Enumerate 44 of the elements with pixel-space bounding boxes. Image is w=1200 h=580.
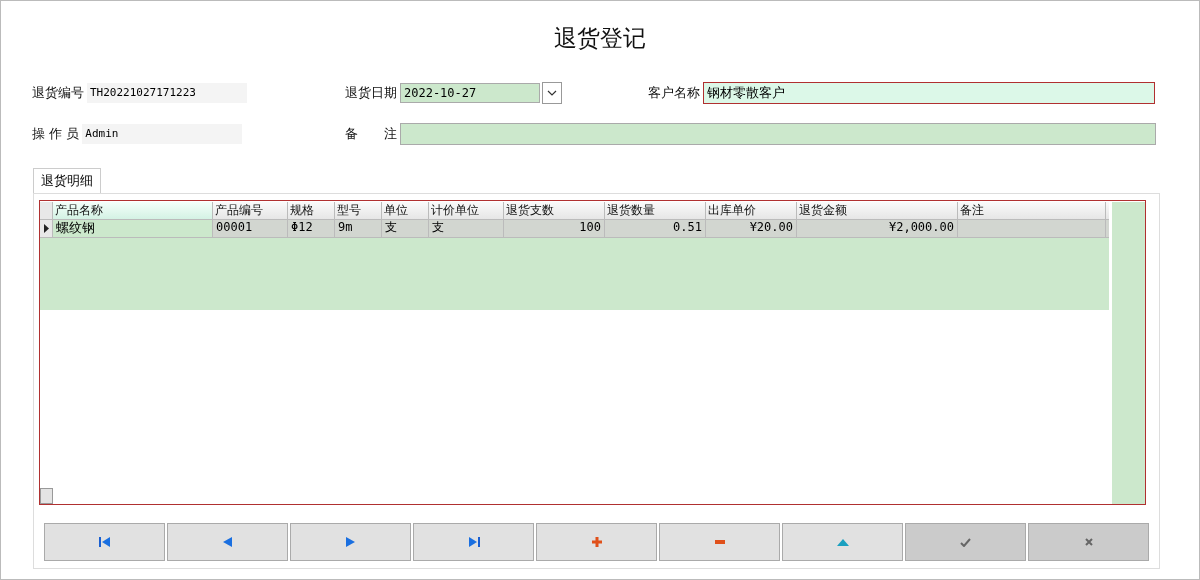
- form-title: 退货登记: [553, 24, 647, 53]
- readonly-field: Admin: [82, 124, 243, 144]
- next-button[interactable]: [290, 523, 411, 561]
- field-label: 备 注: [345, 125, 397, 143]
- minus-icon: [714, 540, 725, 544]
- first-record-icon: [98, 537, 111, 547]
- next-icon: [346, 537, 355, 547]
- up-button[interactable]: [782, 523, 903, 561]
- table-cell: 支: [429, 220, 504, 237]
- plus-icon: [591, 537, 602, 547]
- column-header[interactable]: 产品名称: [53, 202, 213, 219]
- remove-button[interactable]: [659, 523, 780, 561]
- table-cell: 支: [382, 220, 429, 237]
- up-triangle-icon: [836, 538, 849, 546]
- row-pointer-icon: [43, 224, 49, 233]
- last-button[interactable]: [413, 523, 534, 561]
- table-cell: 9m: [335, 220, 382, 237]
- dropdown-button[interactable]: [542, 82, 562, 104]
- last-record-icon: [467, 537, 480, 547]
- field-label: 操 作 员: [32, 125, 80, 143]
- remarks-field[interactable]: [400, 123, 1156, 145]
- date-field[interactable]: 2022-10-27: [400, 83, 540, 103]
- scroll-box[interactable]: [40, 488, 53, 504]
- row-indicator[interactable]: [40, 220, 53, 237]
- previous-icon: [223, 537, 232, 547]
- table-cell: 螺纹钢: [53, 220, 213, 237]
- close-icon: [1084, 538, 1093, 546]
- customer-field[interactable]: 钢材零散客户: [703, 82, 1155, 104]
- check-icon: [960, 537, 971, 547]
- table-cell: ¥2,000.00: [797, 220, 958, 237]
- first-button[interactable]: [44, 523, 165, 561]
- caret-icon: [547, 90, 557, 96]
- table-cell: 0.51: [605, 220, 706, 237]
- table-cell: Φ12: [288, 220, 335, 237]
- table-cell: 100: [504, 220, 605, 237]
- table-cell: ¥20.00: [706, 220, 797, 237]
- field-label: 退货日期: [345, 84, 397, 102]
- add-button[interactable]: [536, 523, 657, 561]
- table-cell: 00001: [213, 220, 288, 237]
- tab[interactable]: 退货明细: [33, 168, 101, 193]
- field-label: 客户名称: [648, 84, 700, 102]
- readonly-field: TH20221027171223: [87, 83, 247, 103]
- prev-button[interactable]: [167, 523, 288, 561]
- field-label: 退货编号: [32, 84, 84, 102]
